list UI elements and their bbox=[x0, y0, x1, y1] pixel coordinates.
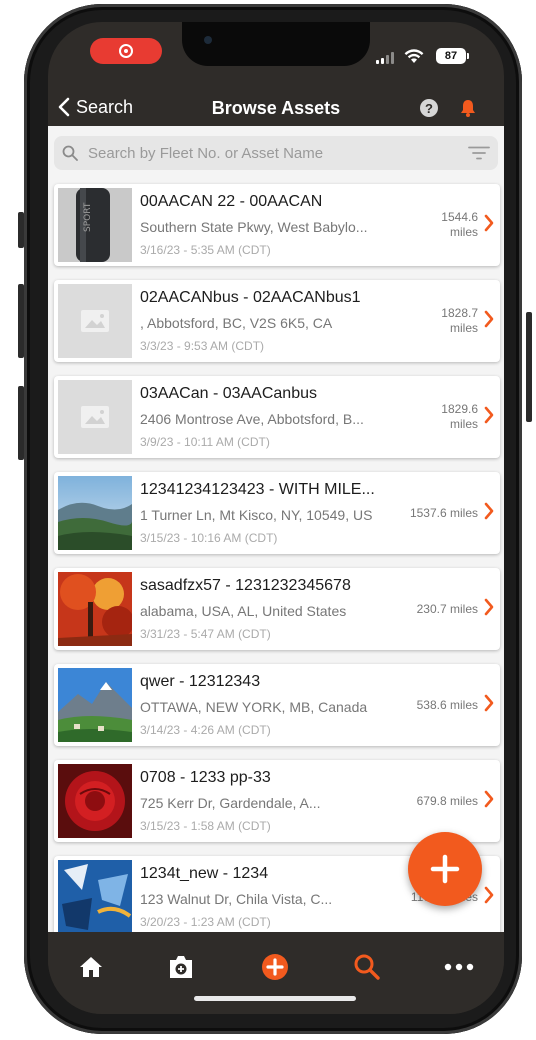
asset-name: 1234t_new - 1234 bbox=[140, 865, 269, 882]
asset-date: 3/16/23 - 5:35 AM (CDT) bbox=[140, 243, 271, 257]
tab-add[interactable] bbox=[260, 952, 290, 982]
more-icon bbox=[444, 963, 474, 971]
asset-name: sasadfzx57 - 1231232345678 bbox=[140, 577, 351, 594]
chevron-right-icon bbox=[484, 598, 494, 616]
battery-level: 87 bbox=[436, 48, 466, 64]
chevron-right-icon bbox=[484, 310, 494, 328]
asset-card[interactable]: 12341234123423 - WITH MILE... 1 Turner L… bbox=[54, 472, 500, 554]
search-placeholder: Search by Fleet No. or Asset Name bbox=[88, 145, 324, 162]
chevron-right-icon bbox=[484, 790, 494, 808]
asset-photo bbox=[58, 860, 132, 932]
asset-address: 2406 Montrose Ave, Abbotsford, B... bbox=[140, 411, 364, 427]
asset-list-container: Search by Fleet No. or Asset Name SPORT … bbox=[48, 126, 504, 932]
chevron-right-icon bbox=[484, 694, 494, 712]
wifi-icon bbox=[404, 49, 424, 63]
cellular-signal-icon bbox=[376, 52, 394, 64]
bell-icon[interactable] bbox=[458, 98, 478, 118]
placeholder-image-icon bbox=[58, 284, 132, 358]
asset-card[interactable]: SPORT 00AACAN 22 - 00AACAN Southern Stat… bbox=[54, 184, 500, 266]
asset-card[interactable]: 0708 - 1233 pp-33 725 Kerr Dr, Gardendal… bbox=[54, 760, 500, 842]
placeholder-image-icon bbox=[58, 380, 132, 454]
home-indicator[interactable] bbox=[194, 996, 356, 1001]
mute-switch bbox=[18, 212, 24, 248]
asset-name: 12341234123423 - WITH MILE... bbox=[140, 481, 375, 498]
svg-text:SPORT: SPORT bbox=[83, 202, 93, 232]
plus-icon bbox=[430, 854, 460, 884]
search-icon bbox=[62, 145, 78, 161]
tab-more[interactable] bbox=[444, 952, 474, 982]
asset-address: 725 Kerr Dr, Gardendale, A... bbox=[140, 795, 321, 811]
asset-address: 123 Walnut Dr, Chila Vista, C... bbox=[140, 891, 333, 907]
chevron-right-icon bbox=[484, 406, 494, 424]
asset-mileage: 1829.6 miles bbox=[441, 402, 478, 431]
asset-card[interactable]: 02AACANbus - 02AACANbus1 , Abbotsford, B… bbox=[54, 280, 500, 362]
asset-date: 3/15/23 - 1:58 AM (CDT) bbox=[140, 819, 271, 833]
asset-card[interactable]: qwer - 12312343 OTTAWA, NEW YORK, MB, Ca… bbox=[54, 664, 500, 746]
asset-mileage: 538.6 miles bbox=[416, 698, 478, 712]
tab-search[interactable] bbox=[352, 952, 382, 982]
asset-card[interactable]: 03AACan - 03AACanbus 2406 Montrose Ave, … bbox=[54, 376, 500, 458]
tab-camera[interactable] bbox=[166, 952, 196, 982]
camera-icon bbox=[170, 956, 192, 978]
asset-photo bbox=[58, 572, 132, 646]
chevron-right-icon bbox=[484, 886, 494, 904]
battery-tip bbox=[467, 53, 469, 59]
chevron-right-icon bbox=[484, 502, 494, 520]
search-input[interactable]: Search by Fleet No. or Asset Name bbox=[54, 136, 498, 170]
asset-card[interactable]: sasadfzx57 - 1231232345678 alabama, USA,… bbox=[54, 568, 500, 650]
asset-date: 3/9/23 - 10:11 AM (CDT) bbox=[140, 435, 270, 449]
tab-home[interactable] bbox=[76, 952, 106, 982]
asset-date: 3/31/23 - 5:47 AM (CDT) bbox=[140, 627, 271, 641]
add-circle-icon bbox=[262, 954, 288, 980]
asset-photo bbox=[58, 476, 132, 550]
asset-address: 1 Turner Ln, Mt Kisco, NY, 10549, US bbox=[140, 507, 373, 523]
nav-header: Search Browse Assets ? bbox=[48, 86, 504, 130]
help-icon[interactable]: ? bbox=[420, 99, 438, 117]
asset-mileage: 1537.6 miles bbox=[409, 506, 478, 520]
volume-down-button bbox=[18, 386, 24, 460]
asset-name: 03AACan - 03AACanbus bbox=[140, 385, 317, 402]
tab-bar bbox=[48, 932, 504, 1014]
asset-date: 3/15/23 - 10:16 AM (CDT) bbox=[140, 531, 278, 545]
asset-photo bbox=[58, 764, 132, 838]
add-asset-button[interactable] bbox=[408, 832, 482, 906]
asset-date: 3/20/23 - 1:23 AM (CDT) bbox=[140, 915, 271, 929]
asset-date: 3/14/23 - 4:26 AM (CDT) bbox=[140, 723, 271, 737]
asset-photo: SPORT bbox=[58, 188, 132, 262]
asset-mileage: 230.7 miles bbox=[416, 602, 478, 616]
asset-address: alabama, USA, AL, United States bbox=[140, 603, 347, 619]
asset-address: , Abbotsford, BC, V2S 6K5, CA bbox=[140, 315, 333, 331]
asset-mileage: 1828.7 miles bbox=[441, 306, 478, 335]
asset-name: 0708 - 1233 pp-33 bbox=[140, 769, 271, 786]
dynamic-island bbox=[182, 22, 370, 66]
asset-address: OTTAWA, NEW YORK, MB, Canada bbox=[140, 699, 368, 715]
status-bar: 87 bbox=[48, 22, 504, 86]
chevron-right-icon bbox=[484, 214, 494, 232]
asset-mileage: 1544.6 miles bbox=[441, 210, 478, 239]
asset-address: Southern State Pkwy, West Babylo... bbox=[140, 219, 368, 235]
asset-name: qwer - 12312343 bbox=[140, 673, 261, 690]
screen: 87 Search Browse Assets ? Search by Flee… bbox=[48, 22, 504, 1014]
screen-recording-indicator[interactable] bbox=[90, 38, 162, 64]
asset-name: 02AACANbus - 02AACANbus1 bbox=[140, 289, 361, 306]
record-icon bbox=[119, 44, 133, 58]
asset-name: 00AACAN 22 - 00AACAN bbox=[140, 193, 323, 210]
power-button bbox=[526, 312, 532, 422]
volume-up-button bbox=[18, 284, 24, 358]
filter-icon[interactable] bbox=[468, 146, 490, 160]
search-icon bbox=[354, 954, 380, 980]
asset-date: 3/3/23 - 9:53 AM (CDT) bbox=[140, 339, 265, 353]
asset-photo bbox=[58, 668, 132, 742]
asset-mileage: 679.8 miles bbox=[416, 794, 478, 808]
home-icon bbox=[80, 957, 102, 977]
